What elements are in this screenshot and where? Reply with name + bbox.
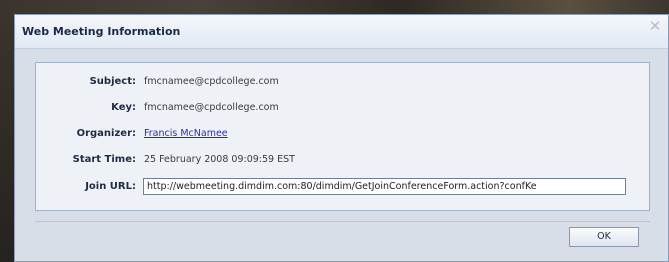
- footer-divider: [35, 221, 650, 222]
- background-desktop-top: [0, 0, 669, 14]
- key-label: Key:: [111, 102, 136, 113]
- join-url-field[interactable]: [143, 178, 626, 195]
- start-time-label: Start Time:: [72, 154, 136, 165]
- meeting-info-panel: Subject: fmcnamee@cpdcollege.com Key: fm…: [35, 62, 650, 211]
- dialog-title: Web Meeting Information: [22, 25, 181, 38]
- background-desktop-left: [0, 14, 14, 262]
- key-value: fmcnamee@cpdcollege.com: [144, 102, 279, 113]
- join-url-label: Join URL:: [85, 181, 136, 192]
- start-time-value: 25 February 2008 09:09:59 EST: [144, 154, 295, 165]
- organizer-link[interactable]: Francis McNamee: [144, 128, 228, 139]
- dialog-titlebar: Web Meeting Information ✕: [15, 15, 668, 49]
- subject-label: Subject:: [89, 76, 136, 87]
- organizer-label: Organizer:: [76, 128, 136, 139]
- close-icon[interactable]: ✕: [648, 19, 662, 34]
- web-meeting-info-dialog: Web Meeting Information ✕ Subject: fmcna…: [14, 14, 669, 262]
- ok-button[interactable]: OK: [569, 227, 639, 247]
- subject-value: fmcnamee@cpdcollege.com: [144, 76, 279, 87]
- join-url-row: Join URL:: [36, 178, 649, 197]
